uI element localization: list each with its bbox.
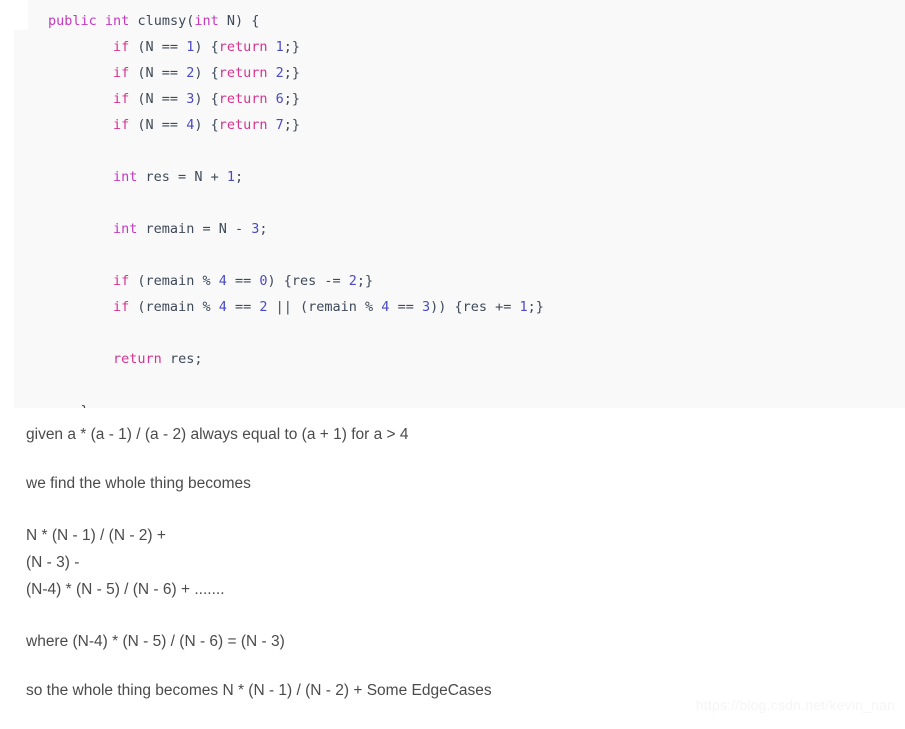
- code-token: 7: [275, 117, 284, 133]
- prose-paragraph-3: where (N-4) * (N - 5) / (N - 6) = (N - 3…: [26, 633, 285, 650]
- code-token: 1: [519, 299, 528, 315]
- code-token: int: [113, 221, 138, 237]
- code-token: ) {: [194, 117, 219, 133]
- code-line: public int clumsy(int N) {: [48, 8, 544, 34]
- code-token: ==: [226, 299, 260, 315]
- code-token: 4: [218, 273, 227, 289]
- code-line: if (N == 1) {return 1;}: [48, 34, 544, 60]
- code-token: res = N +: [137, 169, 227, 185]
- code-line: if (remain % 4 == 2 || (remain % 4 == 3)…: [48, 294, 544, 320]
- code-token: int: [104, 13, 130, 29]
- code-token: 2: [275, 65, 284, 81]
- code-token: (remain %: [129, 273, 219, 289]
- code-token: return: [113, 351, 162, 367]
- code-token: if: [113, 273, 130, 289]
- code-token: ==: [226, 273, 260, 289]
- code-token: return: [218, 65, 268, 81]
- prose-paragraph-1: given a * (a - 1) / (a - 2) always equal…: [26, 426, 409, 443]
- code-token: 6: [275, 91, 284, 107]
- code-line: }: [48, 398, 544, 408]
- code-token: return: [218, 39, 268, 55]
- code-line: return res;: [48, 346, 544, 372]
- code-token: 1: [226, 169, 235, 185]
- formula-line-3: (N-4) * (N - 5) / (N - 6) + .......: [26, 581, 225, 598]
- code-line: if (remain % 4 == 0) {res -= 2;}: [48, 268, 544, 294]
- code-token: if: [113, 39, 130, 55]
- prose-section: given a * (a - 1) / (a - 2) always equal…: [26, 424, 886, 729]
- code-token: ;: [234, 169, 244, 185]
- code-token: (remain %: [129, 299, 219, 315]
- formula-line-1: N * (N - 1) / (N - 2) +: [26, 527, 166, 544]
- code-line: if (N == 3) {return 6;}: [48, 86, 544, 112]
- code-token: ;}: [283, 117, 301, 133]
- code-token: ) {: [194, 91, 219, 107]
- code-token: 2: [259, 299, 268, 315]
- code-token: ;}: [356, 273, 374, 289]
- code-token: )) {res +=: [430, 299, 520, 315]
- code-line: int remain = N - 3;: [48, 216, 544, 242]
- code-token: return: [218, 117, 268, 133]
- prose-paragraph-2: we find the whole thing becomes: [26, 475, 251, 492]
- code-token: }: [48, 403, 89, 408]
- code-token: ;}: [283, 91, 301, 107]
- code-token: 4: [218, 299, 227, 315]
- code-token: ) {: [194, 65, 219, 81]
- code-token: || (remain %: [267, 299, 382, 315]
- formula-block: N * (N - 1) / (N - 2) + (N - 3) - (N-4) …: [26, 522, 886, 603]
- code-token: remain = N -: [137, 221, 252, 237]
- code-token: 2: [348, 273, 357, 289]
- code-lines: public int clumsy(int N) { if (N == 1) {…: [48, 8, 544, 408]
- code-token: int: [194, 13, 219, 29]
- code-token: ) {res -=: [267, 273, 349, 289]
- code-block[interactable]: public int clumsy(int N) { if (N == 1) {…: [14, 0, 905, 408]
- code-token: if: [113, 65, 130, 81]
- code-token: clumsy(: [129, 13, 195, 29]
- code-gutter-notch: [14, 0, 28, 30]
- code-token: (N ==: [129, 65, 187, 81]
- code-token: N) {: [218, 13, 260, 29]
- watermark: https://blog.csdn.net/kevin_nan: [695, 697, 895, 713]
- code-token: if: [113, 117, 130, 133]
- formula-line-2: (N - 3) -: [26, 554, 80, 571]
- code-token: 3: [421, 299, 431, 315]
- code-token: ;}: [283, 65, 301, 81]
- code-token: 1: [275, 39, 284, 55]
- code-token: ;: [259, 221, 268, 237]
- code-token: ;}: [283, 39, 301, 55]
- code-token: ==: [389, 299, 422, 315]
- code-line: if (N == 4) {return 7;}: [48, 112, 544, 138]
- code-line: if (N == 2) {return 2;}: [48, 60, 544, 86]
- code-token: if: [113, 299, 130, 315]
- code-token: int: [113, 169, 138, 185]
- code-token: if: [113, 91, 130, 107]
- code-token: return: [218, 91, 268, 107]
- code-token: (N ==: [129, 91, 187, 107]
- code-token: (N ==: [129, 39, 187, 55]
- code-token: ;}: [527, 299, 544, 315]
- code-token: ) {: [194, 39, 219, 55]
- code-token: public: [48, 13, 97, 29]
- code-token: (N ==: [129, 117, 187, 133]
- code-line: int res = N + 1;: [48, 164, 544, 190]
- code-token: 0: [259, 273, 268, 289]
- code-token: res;: [161, 351, 203, 367]
